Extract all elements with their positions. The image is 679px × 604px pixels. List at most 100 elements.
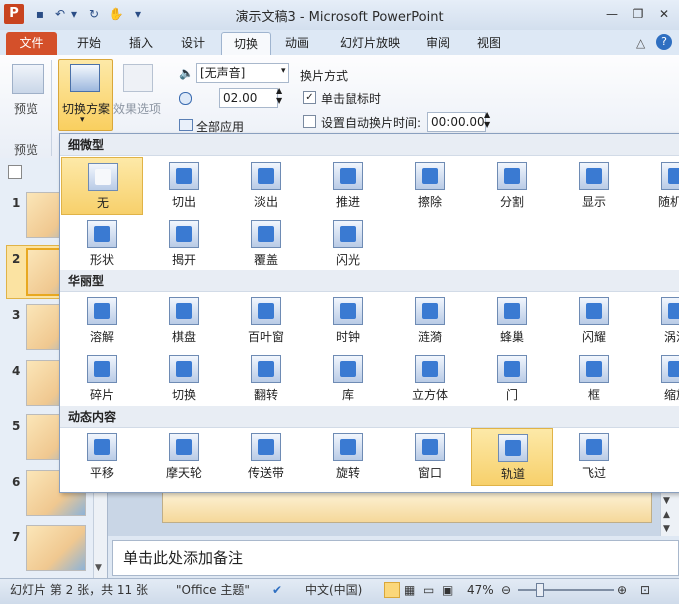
normal-view-icon[interactable] <box>384 582 400 598</box>
zoom-slider-thumb[interactable] <box>536 583 544 597</box>
transition-glyph-icon <box>340 303 356 319</box>
transition-thumbnail-icon <box>251 162 281 190</box>
transition-option[interactable]: 擦除 <box>389 157 471 215</box>
notes-pane[interactable]: 单击此处添加备注 <box>112 540 679 576</box>
theme-name[interactable]: "Office 主题" <box>176 578 250 602</box>
transition-glyph-icon <box>94 439 110 455</box>
fit-to-window-icon[interactable]: ⊡ <box>640 578 650 602</box>
transition-label: 摩天轮 <box>165 466 202 480</box>
tab-slideshow[interactable]: 幻灯片放映 <box>330 32 410 55</box>
collapse-ribbon-icon[interactable]: △ <box>636 36 645 50</box>
tab-view[interactable]: 视图 <box>466 32 512 55</box>
zoom-slider[interactable] <box>518 589 614 591</box>
transition-label: 旋转 <box>335 466 360 480</box>
restore-icon[interactable]: ❐ <box>628 6 648 22</box>
transition-option[interactable]: 切换 <box>143 350 225 408</box>
transition-label: 翻转 <box>253 388 278 402</box>
preview-button[interactable]: 预览 <box>14 100 38 117</box>
transition-option[interactable]: 溶解 <box>61 292 143 350</box>
transition-option[interactable]: 分割 <box>471 157 553 215</box>
transition-glyph-icon <box>258 303 274 319</box>
transition-option[interactable]: 碎片 <box>61 350 143 408</box>
transition-option[interactable]: 飞过 <box>553 428 635 486</box>
transition-thumbnail-icon <box>169 220 199 248</box>
transition-option[interactable]: 旋转 <box>307 428 389 486</box>
auto-time-spinner[interactable]: ▲ ▼ <box>484 110 490 130</box>
sound-select[interactable]: [无声音] <box>196 63 289 83</box>
close-icon[interactable]: ✕ <box>654 6 674 22</box>
transition-option[interactable]: 翻转 <box>225 350 307 408</box>
transition-option[interactable]: 时钟 <box>307 292 389 350</box>
transition-option[interactable]: 涟漪 <box>389 292 471 350</box>
transition-option[interactable]: 传送带 <box>225 428 307 486</box>
scroll-arrows-icon[interactable]: ▼ ▲ ▼ <box>663 494 670 536</box>
tab-review[interactable]: 审阅 <box>415 32 461 55</box>
scroll-down-icon[interactable]: ▼ <box>95 563 102 573</box>
tab-animations[interactable]: 动画 <box>274 32 320 55</box>
transition-option[interactable]: 框 <box>553 350 635 408</box>
transition-option[interactable]: 棋盘 <box>143 292 225 350</box>
transition-thumbnail-icon <box>87 433 117 461</box>
transition-glyph-icon <box>422 168 438 184</box>
transition-label: 淡出 <box>253 195 278 209</box>
help-icon[interactable]: ? <box>656 34 672 50</box>
transition-option[interactable]: 摩天轮 <box>143 428 225 486</box>
transition-option[interactable]: 显示 <box>553 157 635 215</box>
transition-option[interactable]: 形状 <box>61 215 143 273</box>
spell-check-icon[interactable]: ✔ <box>272 578 282 602</box>
transition-thumbnail-icon <box>661 297 679 325</box>
transition-option[interactable]: 无 <box>61 157 143 215</box>
slide-sorter-icon[interactable]: ▦ <box>404 578 415 602</box>
tab-insert[interactable]: 插入 <box>118 32 164 55</box>
transition-option[interactable]: 平移 <box>61 428 143 486</box>
slide-canvas[interactable] <box>162 491 652 523</box>
tab-transitions[interactable]: 切换 <box>221 32 271 56</box>
zoom-out-icon[interactable]: ⊖ <box>501 578 511 602</box>
transition-option[interactable]: 推进 <box>307 157 389 215</box>
transition-label: 门 <box>505 388 518 402</box>
auto-advance-checkbox[interactable] <box>303 115 316 128</box>
transition-option[interactable]: 闪光 <box>307 215 389 273</box>
transition-option[interactable]: 缩放 <box>635 350 679 408</box>
tab-file[interactable]: 文件 <box>6 32 57 55</box>
auto-advance-time[interactable]: 00:00.00 <box>427 112 486 132</box>
tab-home[interactable]: 开始 <box>66 32 112 55</box>
duration-spinner[interactable]: ▲ ▼ <box>276 86 282 106</box>
preview-icon[interactable] <box>12 64 44 94</box>
transition-option[interactable]: 蜂巢 <box>471 292 553 350</box>
zoom-in-icon[interactable]: ⊕ <box>617 578 627 602</box>
transition-label: 揭开 <box>171 253 196 267</box>
transition-option[interactable]: 百叶窗 <box>225 292 307 350</box>
transition-label: 覆盖 <box>253 253 278 267</box>
reading-view-icon[interactable]: ▭ <box>423 578 434 602</box>
transition-glyph-icon <box>258 226 274 242</box>
minimize-icon[interactable]: — <box>602 6 622 22</box>
transition-option[interactable]: 覆盖 <box>225 215 307 273</box>
transition-option[interactable]: 随机线 <box>635 157 679 215</box>
transition-scheme-label: 切换方案 <box>61 102 110 116</box>
tab-design[interactable]: 设计 <box>170 32 216 55</box>
transition-thumbnail-icon <box>498 434 528 462</box>
transition-label: 窗口 <box>417 466 442 480</box>
transition-option[interactable]: 淡出 <box>225 157 307 215</box>
transition-option[interactable]: 轨道 <box>471 428 553 486</box>
transition-option[interactable]: 立方体 <box>389 350 471 408</box>
on-click-checkbox[interactable]: ✓ <box>303 91 316 104</box>
transition-option[interactable]: 切出 <box>143 157 225 215</box>
transition-option[interactable]: 揭开 <box>143 215 225 273</box>
transition-option[interactable]: 门 <box>471 350 553 408</box>
slideshow-icon[interactable]: ▣ <box>442 578 453 602</box>
transition-option[interactable]: 闪耀 <box>553 292 635 350</box>
transition-thumbnail-icon <box>661 355 679 383</box>
gallery-section-exciting: 华丽型 <box>60 270 679 292</box>
transition-option[interactable]: 窗口 <box>389 428 471 486</box>
zoom-level[interactable]: 47% <box>467 578 494 602</box>
language[interactable]: 中文(中国) <box>305 578 362 602</box>
sound-dropdown-icon[interactable]: ▾ <box>281 66 286 76</box>
transition-option[interactable]: 库 <box>307 350 389 408</box>
slide-thumbnail[interactable] <box>26 525 86 571</box>
slides-tab-icon[interactable] <box>8 165 22 179</box>
effect-options-button[interactable]: 效果选项 <box>113 100 161 117</box>
duration-input[interactable]: 02.00 <box>219 88 278 108</box>
transition-option[interactable]: 涡流 <box>635 292 679 350</box>
